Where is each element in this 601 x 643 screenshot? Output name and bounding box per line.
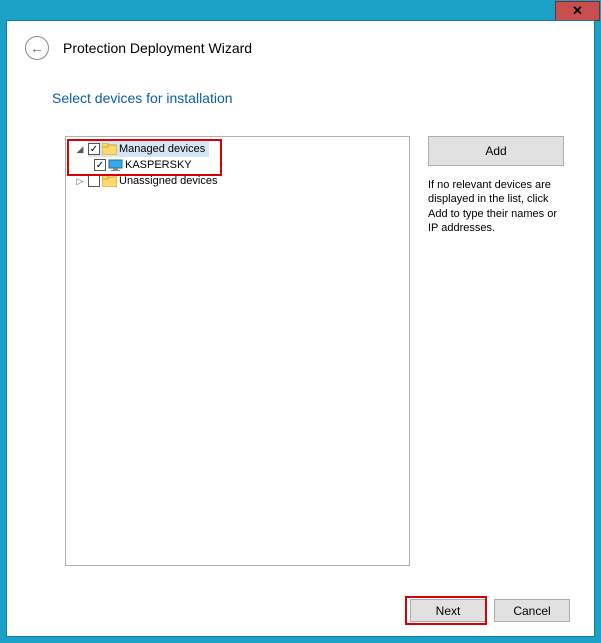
content-area: ◢ ✓ Managed devices ✓ KASPERSKY — [65, 136, 564, 576]
expander-collapse-icon[interactable]: ◢ — [74, 144, 86, 155]
tree-node-unassigned-devices[interactable]: ▷ Unassigned devices — [68, 173, 407, 189]
tree-node-managed-devices[interactable]: ◢ ✓ Managed devices — [68, 141, 407, 157]
tree-label: Managed devices — [119, 143, 205, 155]
back-button[interactable]: ← — [25, 36, 49, 60]
wizard-panel: ← Protection Deployment Wizard Select de… — [6, 20, 595, 637]
back-arrow-icon: ← — [30, 40, 44, 56]
folder-icon — [102, 175, 117, 187]
close-icon: ✕ — [572, 3, 583, 19]
device-tree[interactable]: ◢ ✓ Managed devices ✓ KASPERSKY — [65, 136, 410, 566]
close-button[interactable]: ✕ — [555, 1, 600, 21]
checkbox-unassigned-devices[interactable] — [88, 175, 100, 187]
folder-icon — [102, 143, 117, 155]
titlebar: ✕ — [1, 1, 600, 21]
window-outer: ✕ ← Protection Deployment Wizard Select … — [0, 0, 601, 643]
page-subtitle: Select devices for installation — [7, 68, 594, 112]
footer-buttons: Next Cancel — [410, 599, 570, 622]
help-text: If no relevant devices are displayed in … — [428, 178, 564, 235]
tree-label: KASPERSKY — [125, 159, 192, 171]
next-button[interactable]: Next — [410, 599, 486, 622]
wizard-title: Protection Deployment Wizard — [63, 40, 252, 56]
add-button[interactable]: Add — [428, 136, 564, 166]
cancel-button[interactable]: Cancel — [494, 599, 570, 622]
tree-label: Unassigned devices — [119, 175, 217, 187]
expander-expand-icon[interactable]: ▷ — [74, 176, 86, 187]
right-column: Add If no relevant devices are displayed… — [428, 136, 564, 576]
checkbox-kaspersky[interactable]: ✓ — [94, 159, 106, 171]
monitor-icon — [108, 159, 123, 171]
tree-node-kaspersky[interactable]: ✓ KASPERSKY — [68, 157, 407, 173]
checkbox-managed-devices[interactable]: ✓ — [88, 143, 100, 155]
header: ← Protection Deployment Wizard — [7, 21, 594, 68]
